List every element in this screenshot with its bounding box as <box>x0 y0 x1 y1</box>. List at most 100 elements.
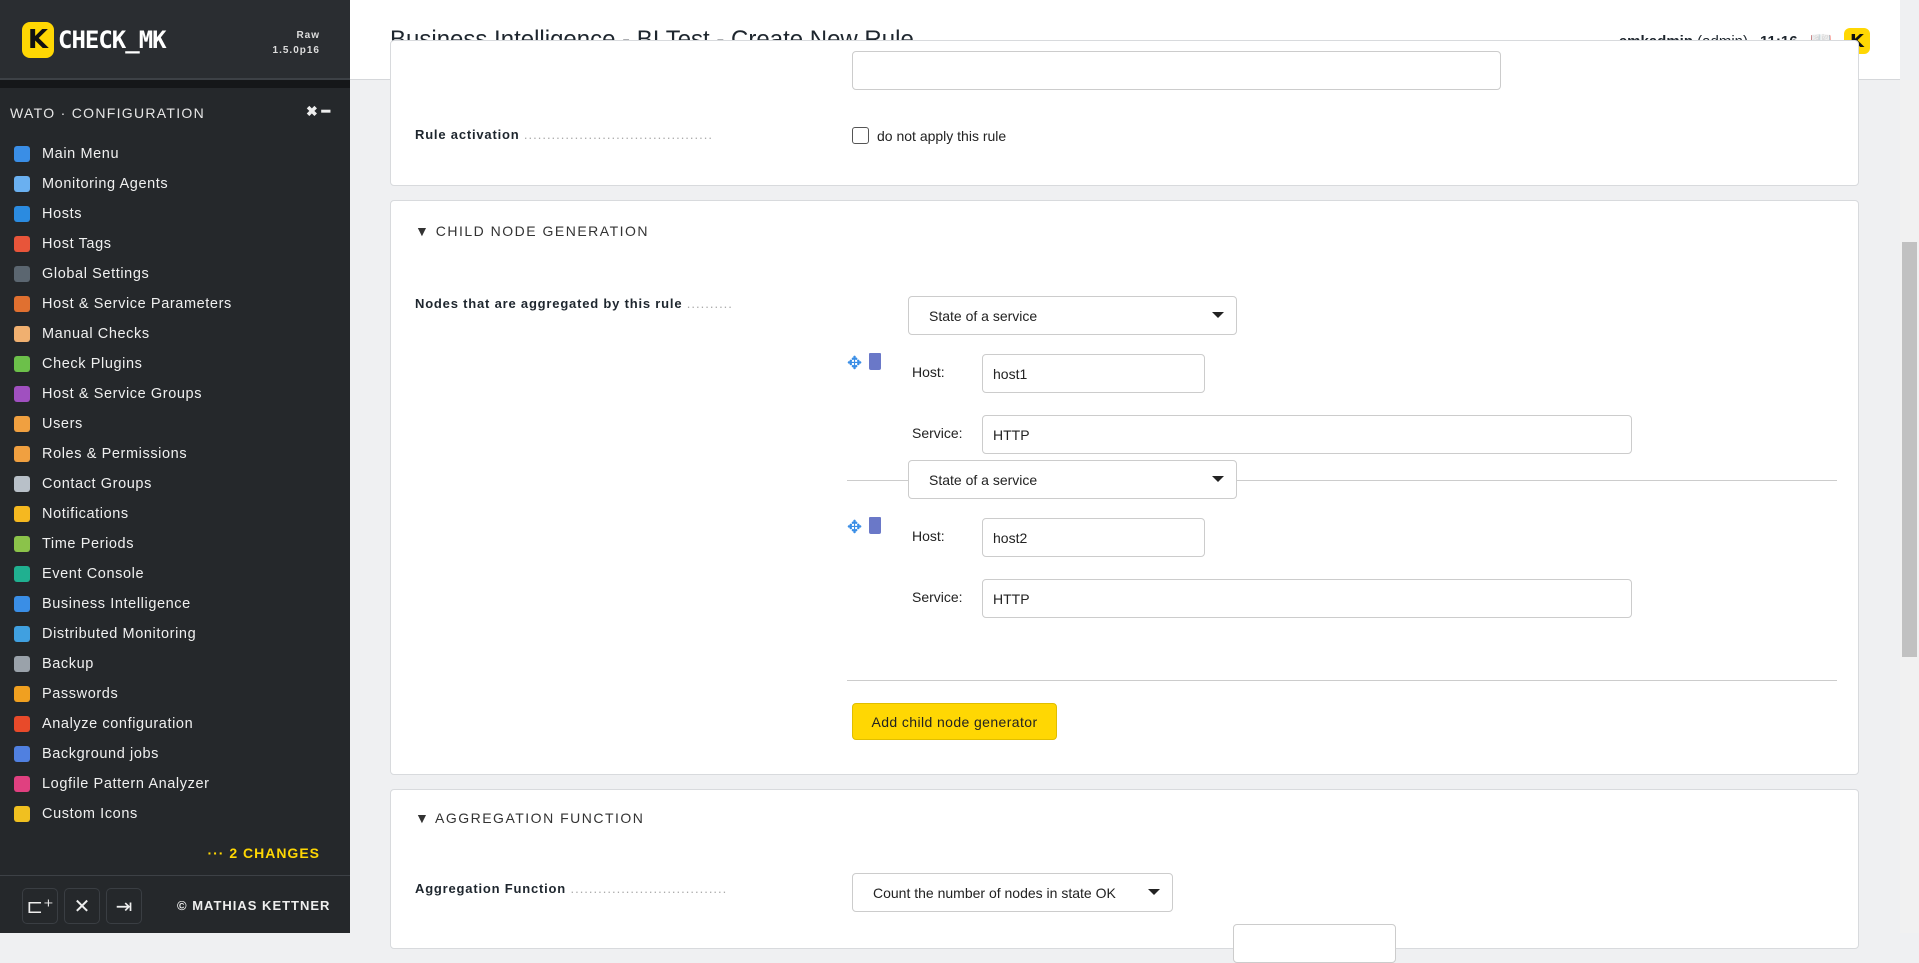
aggregation-function-label: Aggregation Function ...................… <box>415 881 728 896</box>
sidebar-item-check-plugins[interactable]: Check Plugins <box>14 349 232 379</box>
sidebar-item-event-console[interactable]: Event Console <box>14 559 232 589</box>
sidebar-item-analyze-configuration[interactable]: Analyze configuration <box>14 709 232 739</box>
close-icon[interactable]: ✖ <box>306 103 318 119</box>
sidebar-item-passwords[interactable]: Passwords <box>14 679 232 709</box>
service-input[interactable]: HTTP <box>982 579 1632 618</box>
node-type-select[interactable]: State of a service <box>908 460 1237 499</box>
scrollbar-thumb[interactable] <box>1902 242 1917 657</box>
add-snapin-button[interactable]: ⊏⁺ <box>22 888 58 924</box>
sidebar-item-label: Monitoring Agents <box>42 176 169 192</box>
sidebar-item-label: Host & Service Groups <box>42 386 203 402</box>
list-icon <box>14 746 30 762</box>
aggregation-section-header[interactable]: ▼ AGGREGATION FUNCTION <box>415 810 644 826</box>
checkbox-label: do not apply this rule <box>877 127 1007 144</box>
sidebar: K CHECK_MK Raw 1.5.0p16 WATO · CONFIGURA… <box>0 0 350 933</box>
server-icon <box>14 206 30 222</box>
snapin-title[interactable]: WATO · CONFIGURATION <box>10 105 205 121</box>
edit-sidebar-button[interactable]: ✕ <box>64 888 100 924</box>
sidebar-item-contact-groups[interactable]: Contact Groups <box>14 469 232 499</box>
checkbox[interactable] <box>852 127 869 144</box>
sidebar-item-label: Contact Groups <box>42 476 152 492</box>
host-input[interactable]: host1 <box>982 354 1205 393</box>
sidebar-item-label: Check Plugins <box>42 356 143 372</box>
count-input[interactable] <box>1233 924 1396 963</box>
node-type-select[interactable]: State of a service <box>908 296 1237 335</box>
home-icon <box>14 146 30 162</box>
scrollbar[interactable] <box>1900 80 1919 933</box>
service-label: Service: <box>912 425 963 441</box>
contact-card-icon <box>14 476 30 492</box>
child-node-section-header[interactable]: ▼ CHILD NODE GENERATION <box>415 223 649 239</box>
add-child-node-generator-button[interactable]: Add child node generator <box>852 703 1057 740</box>
event-icon <box>14 566 30 582</box>
sidebar-item-host-service-groups[interactable]: Host & Service Groups <box>14 379 232 409</box>
sidebar-item-custom-icons[interactable]: Custom Icons <box>14 799 232 829</box>
heart-check-icon <box>14 716 30 732</box>
sidebar-item-backup[interactable]: Backup <box>14 649 232 679</box>
host-label: Host: <box>912 528 945 544</box>
sidebar-item-users[interactable]: Users <box>14 409 232 439</box>
key-icon <box>14 686 30 702</box>
sidebar-item-background-jobs[interactable]: Background jobs <box>14 739 232 769</box>
move-icon[interactable]: ✥ <box>847 353 862 374</box>
logout-button[interactable]: ⇥ <box>106 888 142 924</box>
host-label: Host: <box>912 364 945 380</box>
copyright[interactable]: © MATHIAS KETTNER <box>177 898 330 913</box>
wato-menu: Main Menu Monitoring Agents Hosts Host Tags… <box>14 139 232 829</box>
puzzle-icon <box>14 356 30 372</box>
sidebar-item-main-menu[interactable]: Main Menu <box>14 139 232 169</box>
checkmk-logo[interactable]: K CHECK_MK <box>22 22 167 58</box>
sliders-icon <box>14 296 30 312</box>
sidebar-item-hosts[interactable]: Hosts <box>14 199 232 229</box>
text-input[interactable] <box>852 51 1501 90</box>
clock-icon <box>14 536 30 552</box>
trash-icon[interactable] <box>869 353 881 370</box>
sidebar-item-label: Roles & Permissions <box>42 446 188 462</box>
sidebar-item-label: Host Tags <box>42 236 112 252</box>
flask-icon <box>14 776 30 792</box>
bell-icon <box>14 506 30 522</box>
sidebar-item-monitoring-agents[interactable]: Monitoring Agents <box>14 169 232 199</box>
sidebar-item-distributed-monitoring[interactable]: Distributed Monitoring <box>14 619 232 649</box>
sidebar-item-business-intelligence[interactable]: Business Intelligence <box>14 589 232 619</box>
sidebar-item-label: Global Settings <box>42 266 150 282</box>
sidebar-item-label: Logfile Pattern Analyzer <box>42 776 210 792</box>
sidebar-item-host-tags[interactable]: Host Tags <box>14 229 232 259</box>
service-input[interactable]: HTTP <box>982 415 1632 454</box>
sidebar-item-global-settings[interactable]: Global Settings <box>14 259 232 289</box>
host-input[interactable]: host2 <box>982 518 1205 557</box>
sidebar-item-roles-permissions[interactable]: Roles & Permissions <box>14 439 232 469</box>
sidebar-item-label: Background jobs <box>42 746 160 762</box>
sidebar-item-label: Custom Icons <box>42 806 138 822</box>
child-node-card: ▼ CHILD NODE GENERATION Nodes that are a… <box>390 200 1859 775</box>
sidebar-item-time-periods[interactable]: Time Periods <box>14 529 232 559</box>
users-icon <box>14 416 30 432</box>
sidebar-item-manual-checks[interactable]: Manual Checks <box>14 319 232 349</box>
groups-icon <box>14 386 30 402</box>
tag-icon <box>14 236 30 252</box>
sidebar-item-label: Event Console <box>42 566 145 582</box>
trash-icon[interactable] <box>869 517 881 534</box>
pending-changes-link[interactable]: ··· 2 CHANGES <box>207 845 320 861</box>
sidebar-item-notifications[interactable]: Notifications <box>14 499 232 529</box>
do-not-apply-checkbox[interactable]: do not apply this rule <box>852 127 1006 144</box>
nodes-label: Nodes that are aggregated by this rule .… <box>415 296 733 311</box>
checkmk-k-icon: K <box>22 22 54 58</box>
agent-file-icon <box>14 176 30 192</box>
sidebar-item-label: Business Intelligence <box>42 596 191 612</box>
sidebar-item-host-service-parameters[interactable]: Host & Service Parameters <box>14 289 232 319</box>
general-card: Rule activation ........................… <box>390 40 1859 186</box>
hand-icon <box>14 326 30 342</box>
minimize-icon[interactable]: ━ <box>322 103 330 119</box>
aggregation-function-select[interactable]: Count the number of nodes in state OK <box>852 873 1173 912</box>
move-icon[interactable]: ✥ <box>847 517 862 538</box>
sidebar-item-label: Hosts <box>42 206 83 222</box>
aggregation-card: ▼ AGGREGATION FUNCTION Aggregation Funct… <box>390 789 1859 963</box>
divider <box>847 680 1837 681</box>
sidebar-header: K CHECK_MK Raw 1.5.0p16 <box>0 0 350 80</box>
sidebar-item-logfile-pattern-analyzer[interactable]: Logfile Pattern Analyzer <box>14 769 232 799</box>
tape-icon <box>14 656 30 672</box>
sidebar-item-label: Manual Checks <box>42 326 150 342</box>
sidebar-item-label: Users <box>42 416 83 432</box>
sidebar-item-label: Main Menu <box>42 146 120 162</box>
